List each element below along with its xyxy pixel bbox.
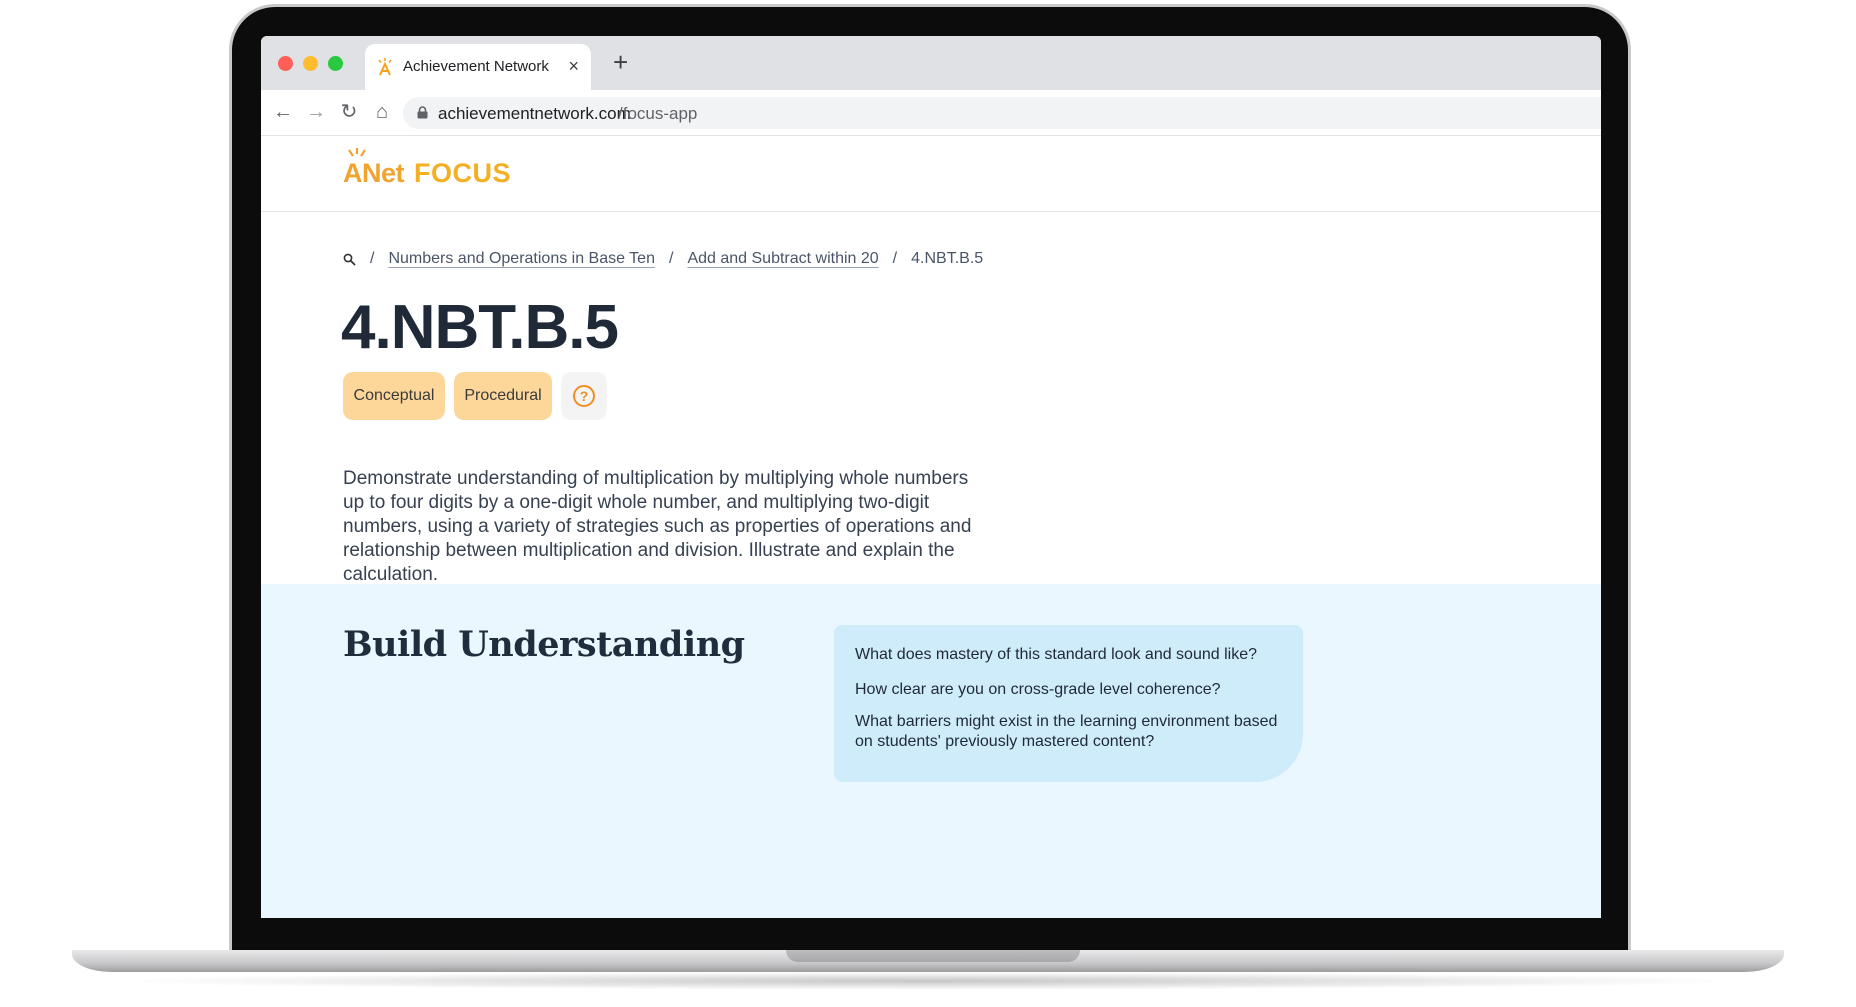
breadcrumb: / Numbers and Operations in Base Ten / A… [343, 250, 983, 268]
anet-sun-icon [377, 58, 393, 76]
url-path: /focus-app [618, 104, 698, 123]
close-window-button[interactable] [278, 56, 293, 71]
breadcrumb-separator: / [668, 250, 674, 267]
tag-procedural[interactable]: Procedural [454, 372, 552, 420]
maximize-window-button[interactable] [328, 56, 343, 71]
questions-card: What does mastery of this standard look … [834, 625, 1303, 782]
tab-achievement-network[interactable]: Achievement Network × [365, 44, 591, 90]
page-title: 4.NBT.B.5 [341, 293, 619, 362]
question-item: How clear are you on cross-grade level c… [855, 681, 1221, 698]
tab-title: Achievement Network [403, 58, 549, 75]
laptop-notch [786, 950, 1080, 962]
tab-bar: Achievement Network × + [261, 36, 1601, 90]
breadcrumb-link-domain[interactable]: Numbers and Operations in Base Ten [388, 250, 655, 268]
standard-description: Demonstrate understanding of multiplicat… [343, 468, 972, 585]
anet-focus-logo[interactable]: ANet FOCUS [343, 148, 512, 189]
browser-toolbar: ← → ↻ ⌂ achievementnetwork.com /focus-ap… [261, 90, 1601, 136]
breadcrumb-current: 4.NBT.B.5 [911, 250, 984, 267]
search-icon[interactable] [343, 253, 356, 266]
browser-window: Achievement Network × + ← → ↻ ⌂ achievem… [261, 36, 1601, 918]
reload-icon[interactable]: ↻ [337, 100, 361, 124]
section-title: Build Understanding [343, 624, 745, 665]
logo-sun-icon [348, 148, 366, 157]
forward-arrow-icon[interactable]: → [304, 100, 328, 124]
laptop-mockup: Achievement Network × + ← → ↻ ⌂ achievem… [0, 0, 1856, 1007]
tag-conceptual[interactable]: Conceptual [343, 372, 445, 420]
breadcrumb-separator: / [370, 250, 375, 267]
lock-icon[interactable] [417, 106, 428, 119]
breadcrumb-link-cluster[interactable]: Add and Subtract within 20 [687, 250, 878, 268]
help-button[interactable]: ? [561, 372, 607, 420]
question-item: What does mastery of this standard look … [855, 646, 1257, 663]
back-arrow-icon[interactable]: ← [271, 100, 295, 124]
build-understanding-section: Build Understanding What does mastery of… [261, 584, 1601, 918]
question-circle-icon: ? [573, 385, 595, 407]
new-tab-button[interactable]: + [613, 48, 628, 76]
question-item: What barriers might exist in the learnin… [855, 713, 1278, 750]
breadcrumb-separator: / [892, 250, 898, 267]
close-tab-icon[interactable]: × [568, 56, 579, 76]
url-host: achievementnetwork.com [438, 104, 631, 123]
home-icon[interactable]: ⌂ [370, 100, 394, 124]
site-header: ANet FOCUS [261, 136, 1601, 212]
logo-focus-text: FOCUS [414, 158, 512, 188]
address-bar[interactable]: achievementnetwork.com /focus-app [403, 97, 1601, 129]
logo-anet-text: ANet [343, 158, 405, 188]
minimize-window-button[interactable] [303, 56, 318, 71]
laptop-shadow [110, 972, 1746, 990]
